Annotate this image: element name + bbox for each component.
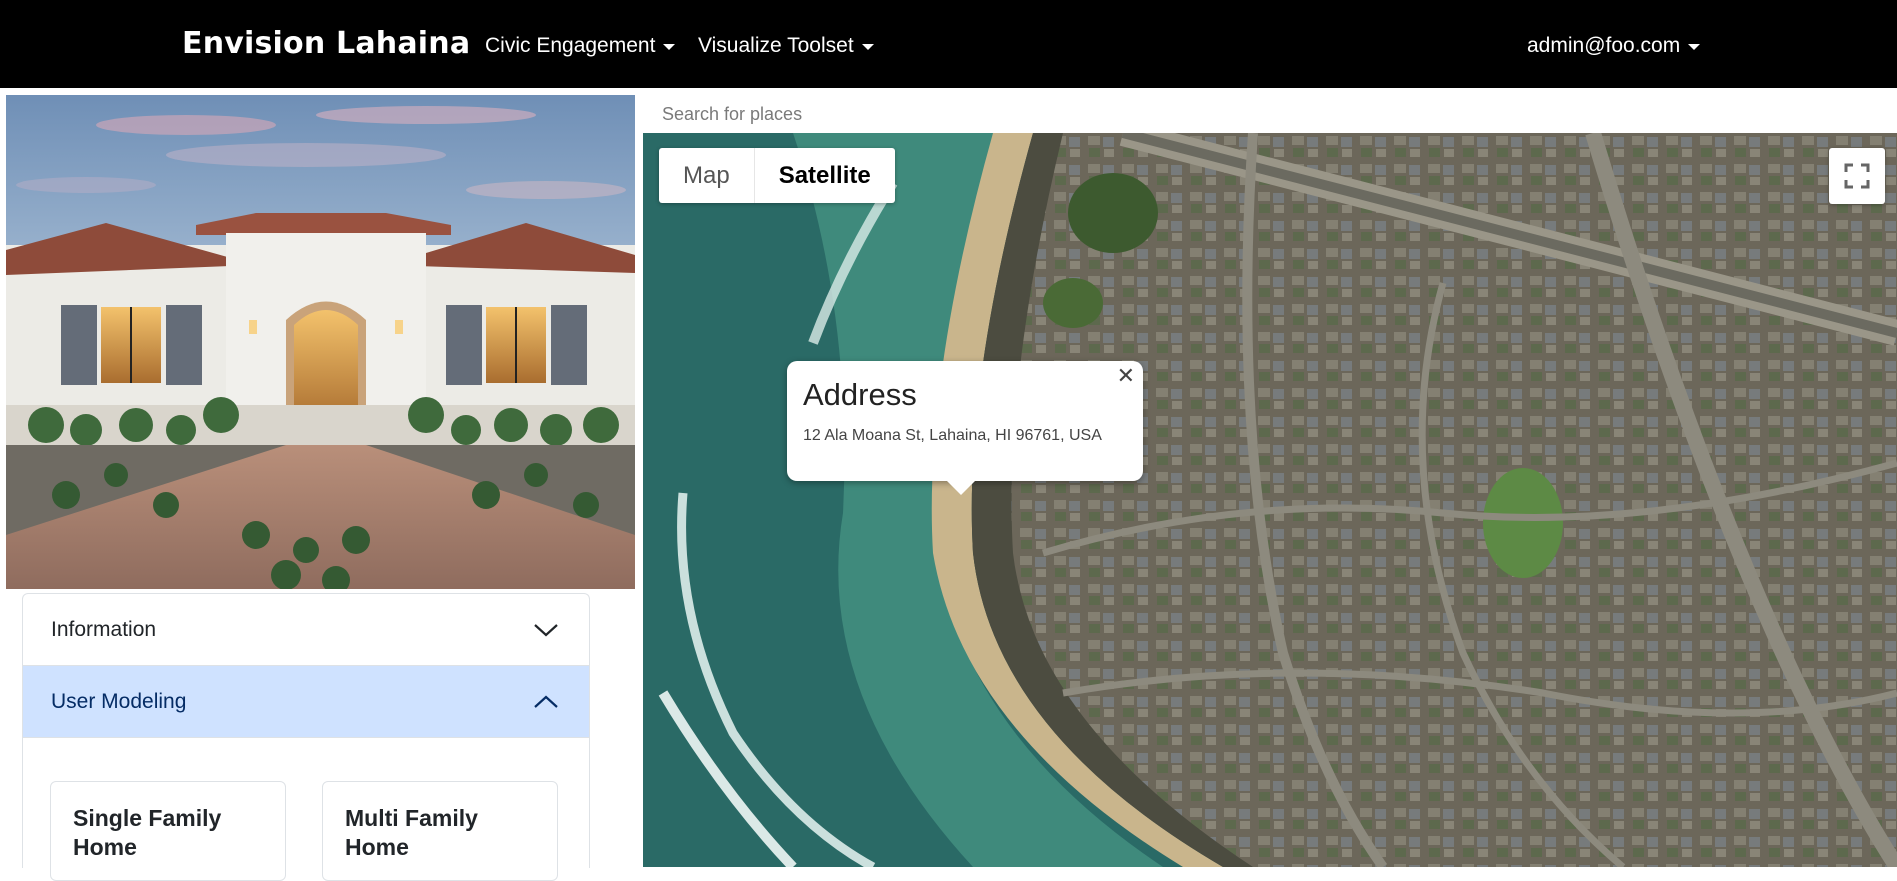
accordion-information[interactable]: Information xyxy=(23,594,589,666)
user-email: admin@foo.com xyxy=(1527,34,1681,57)
search-places-input[interactable] xyxy=(643,95,1897,133)
map-type-control: Map Satellite xyxy=(659,148,895,203)
nav-civic-engagement[interactable]: Civic Engagement xyxy=(485,34,676,58)
satellite-map[interactable] xyxy=(643,133,1897,867)
info-window-title: Address xyxy=(803,377,917,412)
multi-family-home-card[interactable]: Multi Family Home xyxy=(322,781,558,881)
fullscreen-button[interactable] xyxy=(1829,148,1885,204)
brand-logo[interactable]: Envision Lahaina xyxy=(182,26,470,61)
caret-down-icon xyxy=(1688,44,1701,50)
chevron-down-icon xyxy=(534,623,558,636)
map-type-satellite-button[interactable]: Satellite xyxy=(755,148,895,203)
chevron-up-icon xyxy=(534,695,558,708)
map-type-map-button[interactable]: Map xyxy=(659,148,755,203)
nav-civic-engagement-label: Civic Engagement xyxy=(485,34,656,57)
multi-family-home-label: Multi Family Home xyxy=(345,805,478,860)
accordion-information-label: Information xyxy=(51,617,157,641)
accordion-user-modeling[interactable]: User Modeling xyxy=(23,666,589,738)
map-container[interactable]: Map Satellite ✕ Address 12 Ala Moana St,… xyxy=(643,95,1897,867)
nav-visualize-toolset-label: Visualize Toolset xyxy=(698,34,854,57)
caret-down-icon xyxy=(663,44,676,50)
nav-visualize-toolset[interactable]: Visualize Toolset xyxy=(698,34,874,58)
info-window-address: 12 Ala Moana St, Lahaina, HI 96761, USA xyxy=(803,427,1102,444)
top-navbar: Envision Lahaina Civic Engagement Visual… xyxy=(0,0,1897,88)
house-photo xyxy=(6,95,635,589)
single-family-home-card[interactable]: Single Family Home xyxy=(50,781,286,881)
caret-down-icon xyxy=(861,44,874,50)
address-info-window: ✕ Address 12 Ala Moana St, Lahaina, HI 9… xyxy=(787,361,1143,495)
user-menu[interactable]: admin@foo.com xyxy=(1527,34,1701,58)
fullscreen-icon xyxy=(1844,163,1870,189)
single-family-home-label: Single Family Home xyxy=(73,805,222,860)
close-icon[interactable]: ✕ xyxy=(1117,365,1135,387)
accordion-user-modeling-label: User Modeling xyxy=(51,689,187,713)
